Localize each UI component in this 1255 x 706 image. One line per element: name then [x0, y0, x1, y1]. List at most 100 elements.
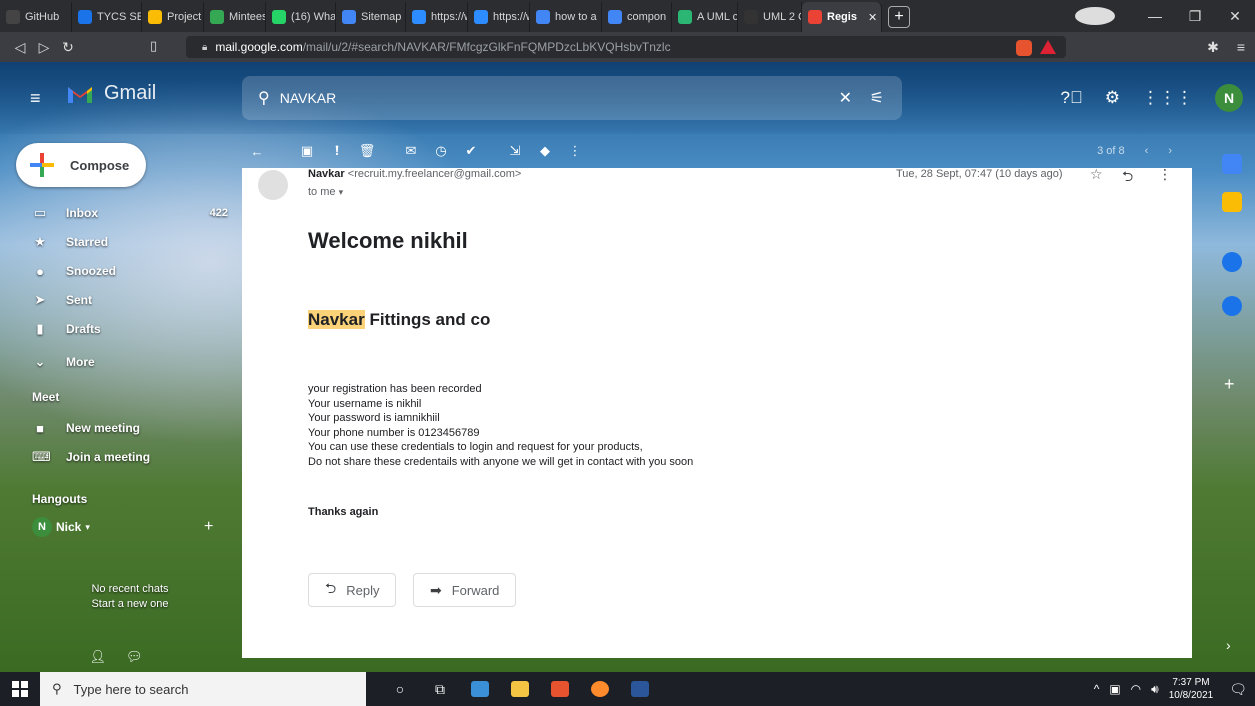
expand-panel-icon[interactable]: ›: [1226, 637, 1231, 653]
mark-unread-icon[interactable]: ✉: [396, 143, 426, 159]
bookmark-icon[interactable]: ▯: [150, 38, 157, 54]
chat-bubble-icon[interactable]: 💬︎: [126, 649, 143, 665]
search-options-icon[interactable]: ⚟: [870, 88, 884, 108]
taskbar-search[interactable]: ⚲ Type here to search: [40, 672, 366, 706]
clock[interactable]: 7:37 PM 10/8/2021: [1169, 676, 1214, 702]
browser-tab[interactable]: compon: [602, 2, 672, 32]
sidebar-item-drafts[interactable]: ▮ Drafts: [0, 315, 232, 343]
start-chat-link[interactable]: Start a new one: [70, 597, 190, 612]
forward-icon[interactable]: ▷: [32, 39, 56, 56]
get-addons-icon[interactable]: +: [1224, 374, 1235, 395]
report-spam-icon[interactable]: ❗︎: [322, 143, 352, 159]
tab-label: Mintees: [229, 11, 266, 23]
delete-icon[interactable]: 🗑︎: [352, 143, 382, 159]
browser-tab[interactable]: (16) Wha: [266, 2, 336, 32]
browser-tab[interactable]: Sitemap: [336, 2, 406, 32]
message-view: Navkar <recruit.my.freelancer@gmail.com>…: [242, 168, 1192, 658]
back-icon[interactable]: ◁: [8, 39, 32, 56]
back-arrow-icon[interactable]: ←: [242, 144, 272, 159]
volume-icon[interactable]: 🔊︎: [1151, 682, 1159, 697]
taskbar-app-explorer-icon[interactable]: [460, 672, 500, 706]
add-chat-icon[interactable]: +: [204, 518, 213, 536]
search-input[interactable]: [279, 90, 800, 106]
browser-tab[interactable]: UML 2 C: [738, 2, 802, 32]
mail-search-bar[interactable]: ⚲ ✕ ⚟: [242, 76, 902, 120]
recipients-toggle[interactable]: to me ▾: [308, 186, 343, 198]
clock-time: 7:37 PM: [1172, 677, 1210, 688]
archive-icon[interactable]: ▣: [292, 143, 322, 159]
sidebar-item-inbox[interactable]: ▭ Inbox 422: [0, 199, 232, 227]
new-tab-button[interactable]: +: [888, 6, 910, 28]
cortana-icon[interactable]: ○: [380, 672, 420, 706]
clear-search-icon[interactable]: ✕: [839, 88, 852, 108]
task-view-icon[interactable]: ⧉: [420, 672, 460, 706]
browser-tab[interactable]: A UML c: [672, 2, 738, 32]
browser-tab[interactable]: https://w: [468, 2, 530, 32]
start-button[interactable]: [0, 681, 40, 697]
search-icon[interactable]: ⚲: [258, 88, 270, 108]
body-line: your registration has been recorded: [308, 383, 482, 395]
label-icon[interactable]: ◆: [530, 143, 560, 159]
meet-item-label: Join a meeting: [66, 450, 151, 464]
sidebar-item-snoozed[interactable]: ● Snoozed: [0, 257, 232, 285]
brave-rewards-icon[interactable]: [1040, 40, 1056, 54]
forward-button[interactable]: ➡ Forward: [413, 573, 517, 607]
browser-tab[interactable]: GitHub: [0, 2, 72, 32]
maximize-button[interactable]: ❐: [1175, 8, 1215, 25]
apps-grid-icon[interactable]: ⋮⋮⋮: [1142, 88, 1193, 108]
browser-tab[interactable]: https://w: [406, 2, 468, 32]
contacts-icon[interactable]: [1222, 296, 1242, 316]
new-meeting-item[interactable]: ■ New meeting: [0, 414, 232, 442]
search-icon: ⚲: [52, 681, 62, 696]
hangouts-user[interactable]: N Nick ▾: [32, 517, 90, 537]
compose-button[interactable]: Compose: [16, 143, 146, 187]
keep-icon[interactable]: [1222, 192, 1242, 212]
browser-profile-icon[interactable]: [1075, 7, 1115, 25]
close-window-button[interactable]: ✕: [1215, 8, 1255, 25]
sidebar-item-more[interactable]: ⌄ More: [0, 348, 232, 376]
brave-browser-icon[interactable]: [540, 672, 580, 706]
extensions-icon[interactable]: ✱: [1207, 39, 1219, 56]
calendar-icon[interactable]: [1222, 154, 1242, 174]
more-vert-icon[interactable]: ⋮: [560, 143, 590, 159]
account-avatar[interactable]: N: [1215, 84, 1243, 112]
contacts-person-icon[interactable]: 👤︎: [89, 649, 106, 665]
chevron-right-icon[interactable]: ›: [1168, 145, 1172, 157]
browser-tab[interactable]: how to a: [530, 2, 602, 32]
sidebar-item-starred[interactable]: ★ Starred: [0, 228, 232, 256]
main-menu-icon[interactable]: ≡: [30, 88, 41, 109]
firefox-icon[interactable]: [580, 672, 620, 706]
add-task-icon[interactable]: ✔: [456, 143, 486, 159]
wifi-icon[interactable]: ◠: [1131, 682, 1141, 696]
snooze-icon[interactable]: ◷: [426, 143, 456, 159]
brave-shield-icon[interactable]: [1016, 40, 1032, 56]
meet-now-icon[interactable]: ▣: [1109, 682, 1120, 696]
close-tab-icon[interactable]: ✕: [868, 11, 877, 24]
browser-tab[interactable]: Regis ✕: [802, 2, 882, 32]
browser-tab[interactable]: Project In: [142, 2, 204, 32]
tasks-icon[interactable]: [1222, 252, 1242, 272]
move-to-icon[interactable]: ⇲: [500, 143, 530, 159]
file-explorer-icon[interactable]: [500, 672, 540, 706]
notification-icon[interactable]: 🗨︎: [1229, 681, 1247, 698]
more-vert-icon[interactable]: ⋮: [1158, 168, 1172, 183]
reload-icon[interactable]: ↻: [56, 39, 80, 56]
chevron-up-icon[interactable]: ^: [1094, 682, 1100, 696]
help-icon[interactable]: ?⃝: [1061, 88, 1083, 108]
settings-gear-icon[interactable]: ⚙: [1105, 88, 1120, 108]
compose-plus-icon: [30, 153, 54, 177]
chevron-left-icon[interactable]: ‹: [1145, 145, 1149, 157]
browser-tab[interactable]: TYCS SEN: [72, 2, 142, 32]
star-outline-icon[interactable]: ☆: [1090, 168, 1103, 183]
reply-icon[interactable]: ⮌: [1122, 168, 1133, 190]
reply-button[interactable]: ⮌ Reply: [308, 573, 397, 607]
sidebar-item-sent[interactable]: ➤ Sent: [0, 286, 232, 314]
word-icon[interactable]: [620, 672, 660, 706]
url-bar[interactable]: 🔒︎ mail.google.com/mail/u/2/#search/NAVK…: [186, 36, 1066, 58]
sender-name[interactable]: Navkar: [308, 168, 345, 180]
minimize-button[interactable]: —: [1135, 8, 1175, 24]
browser-tab[interactable]: Mintees: [204, 2, 266, 32]
browser-menu-icon[interactable]: ≡: [1237, 39, 1245, 56]
gmail-logo[interactable]: Gmail: [66, 82, 156, 105]
join-meeting-item[interactable]: ⌨ Join a meeting: [0, 443, 232, 471]
